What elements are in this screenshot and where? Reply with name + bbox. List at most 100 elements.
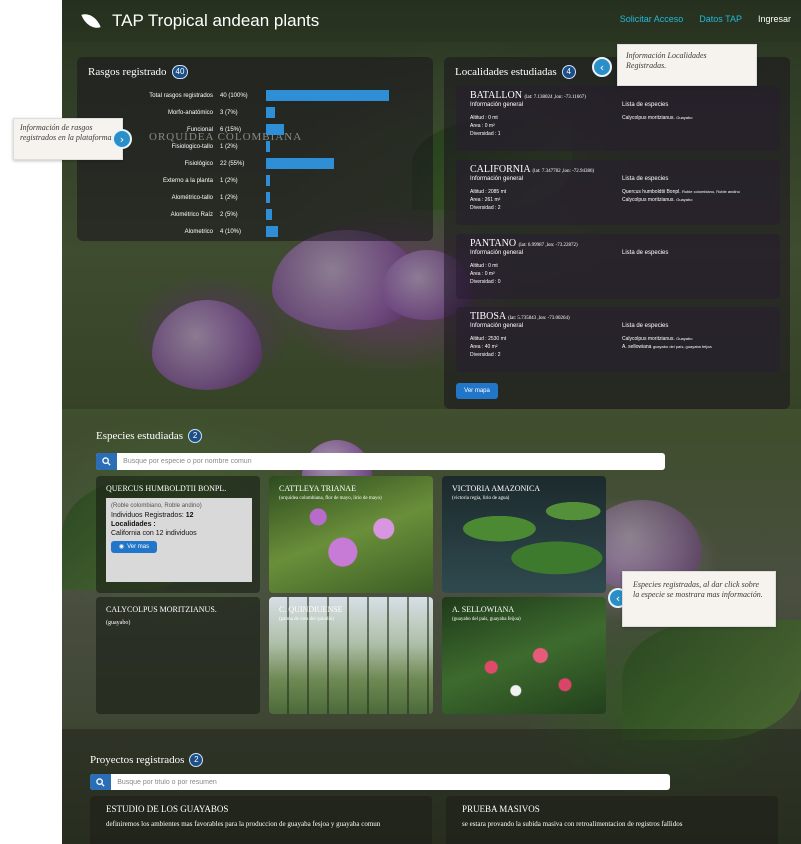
brand-title[interactable]: TAP Tropical andean plants <box>112 11 319 31</box>
project-description: se estara provando la subida masiva con … <box>462 820 683 828</box>
bar-track <box>266 107 417 118</box>
species-common-name: (Roble colombiano, Roble andino) <box>111 503 202 509</box>
bar-category-label: Alométrico-tallo <box>171 194 213 201</box>
chevron-right-icon[interactable]: › <box>112 129 132 149</box>
localidad-name: CALIFORNIA (lat: 7.347782 ,lon: -72.9438… <box>470 164 766 175</box>
localidades-value: California con 12 individuos <box>111 530 197 537</box>
callout-localidades: Información Localidades Registradas. <box>617 44 757 86</box>
project-card[interactable]: ESTUDIO DE LOS GUAYABOS definiremos los … <box>90 796 432 844</box>
nav-datos-tap[interactable]: Datos TAP <box>699 14 742 24</box>
species-name: CALYCOLPUS MORITZIANUS. <box>106 605 217 614</box>
registrados-label: Individuos Registrados: <box>111 512 184 519</box>
localidad-diversidad: Diversidad : 1 <box>470 131 501 137</box>
species-card-sellowiana[interactable]: A. SELLOWIANA (guayabo del país, guayaba… <box>442 597 606 714</box>
localidad-area: Area : 0 m² <box>470 123 495 129</box>
bar-track <box>266 90 417 101</box>
rasgos-bar-chart: Total rasgos registrados 40 (100%) Morfo-a… <box>87 87 417 240</box>
nav-ingresar[interactable]: Ingresar <box>758 14 791 24</box>
especies-search-input[interactable] <box>117 458 665 465</box>
species-card-quercus[interactable]: QUERCUS HUMBOLDTII BONPL. (Roble colombi… <box>96 476 260 593</box>
species-name: A. SELLOWIANA <box>452 605 515 614</box>
lista-especies-label: Lista de especies <box>622 176 669 182</box>
callout-especies: Especies registradas, al dar click sobre… <box>622 571 776 627</box>
bar-category-label: Alometrico <box>184 228 213 235</box>
species-entry[interactable]: Calycolpus moritzianus. Guayabo <box>622 335 712 343</box>
info-general-label: Información general <box>470 102 524 108</box>
bar <box>266 107 276 118</box>
bar <box>266 226 279 237</box>
info-general-label: Información general <box>470 176 524 182</box>
species-entry-name: Calycolpus moritzianus. <box>622 115 675 121</box>
proyectos-search-input[interactable] <box>111 778 670 786</box>
localidad-area: Area : 0 m² <box>470 271 495 277</box>
search-icon[interactable] <box>90 774 112 790</box>
species-entry[interactable]: Quercus humboldtii Bonpl. Roble colombia… <box>622 188 740 196</box>
species-card-quindiuense[interactable]: C. QUINDIUENSE (palma de cera del quindí… <box>269 597 433 714</box>
species-card-victoria[interactable]: VICTORIA AMAZONICA (victoria regia, liri… <box>442 476 606 593</box>
species-entry-common: Guayabo <box>676 336 693 341</box>
rasgos-title: Rasgos registrado 40 <box>88 65 189 79</box>
localidades-panel: Localidades estudiadas 4 BATALLON (lat: … <box>444 57 790 409</box>
bar-track <box>266 175 417 186</box>
info-general-label: Información general <box>470 250 524 256</box>
bar-row: Externo a la planta 1 (2%) <box>87 172 417 189</box>
bar-category-label: Externo a la planta <box>162 177 213 184</box>
localidad-diversidad: Diversidad : 0 <box>470 279 501 285</box>
localidad-card[interactable]: PANTANO (lat: 6.99987 ,lon: -73.22872) In… <box>456 234 780 299</box>
bar <box>266 124 285 135</box>
project-description: definiremos los ambientes mas favorables… <box>106 820 381 828</box>
ver-mas-label: Ver mas <box>127 543 150 550</box>
species-card-calycolpus[interactable]: CALYCOLPUS MORITZIANUS. (guayabo) <box>96 597 260 714</box>
bar-row: Alométrico Raíz 2 (5%) <box>87 206 417 223</box>
ver-mas-button[interactable]: ◉ Ver mas <box>111 541 157 553</box>
especies-search-bar <box>96 453 665 470</box>
bar-category-label: Morfo-anatómico <box>167 109 213 116</box>
bar <box>266 141 270 152</box>
localidad-name: BATALLON (lat: 7.138024 ,lon: -73.11667) <box>470 90 766 101</box>
bar-value-label: 4 (10%) <box>220 228 242 235</box>
lista-especies-label: Lista de especies <box>622 102 669 108</box>
species-entry[interactable]: Calycolpus moritzianus. Guayabo <box>622 114 692 122</box>
localidad-coords: (lat: 7.347782 ,lon: -72.94386) <box>532 169 595 174</box>
bar-value-label: 22 (55%) <box>220 160 245 167</box>
localidad-altitud: Altitud : 2085 mt <box>470 189 507 195</box>
bar-row: Fisiológico 22 (55%) <box>87 155 417 172</box>
bar-category-label: Alométrico Raíz <box>170 211 213 218</box>
species-entry-name: Quercus humboldtii Bonpl. <box>622 189 681 195</box>
lista-especies-label: Lista de especies <box>622 323 669 329</box>
chevron-left-icon[interactable]: ‹ <box>592 57 612 77</box>
project-card[interactable]: PRUEBA MASIVOS se estara provando la sub… <box>446 796 778 844</box>
bar-row: Alométrico-tallo 1 (2%) <box>87 189 417 206</box>
species-common-name: (guayabo del país, guayaba feijoa) <box>452 617 521 622</box>
proyectos-search-bar <box>90 774 670 790</box>
localidad-card[interactable]: TIBOSA (lat: 5.735843 ,lon: -73.00264) In… <box>456 307 780 372</box>
species-entry[interactable]: Calycolpus moritzianus. Guayabo <box>622 196 740 204</box>
bar-category-label: Fisiológico <box>184 160 213 167</box>
species-name: C. QUINDIUENSE <box>279 605 343 614</box>
eye-icon: ◉ <box>118 543 125 550</box>
species-common-name: (victoria regia, lirio de agua) <box>452 496 510 501</box>
search-icon[interactable] <box>96 453 118 470</box>
bar-track <box>266 192 417 203</box>
bar-row: Total rasgos registrados 40 (100%) <box>87 87 417 104</box>
localidad-coords: (lat: 6.99987 ,lon: -73.22872) <box>518 243 578 248</box>
species-entry-common: Guayabo <box>676 115 693 120</box>
localidad-card[interactable]: BATALLON (lat: 7.138024 ,lon: -73.11667)… <box>456 86 780 151</box>
ver-mapa-button[interactable]: Ver mapa <box>456 383 498 399</box>
bar-value-label: 3 (7%) <box>220 109 238 116</box>
species-entry[interactable]: A. sellowiana guayabo del país, guayaba … <box>622 343 712 351</box>
bar-value-label: 2 (5%) <box>220 211 238 218</box>
species-card-cattleya[interactable]: CATTLEYA TRIANAE (orquídea colombiana, f… <box>269 476 433 593</box>
bar <box>266 192 270 203</box>
especies-title: Especies estudiadas 2 <box>96 429 203 443</box>
proyectos-title-text: Proyectos registrados <box>90 754 185 766</box>
localidad-card[interactable]: CALIFORNIA (lat: 7.347782 ,lon: -72.9438… <box>456 160 780 225</box>
rasgos-count-badge: 40 <box>171 65 189 79</box>
localidad-coords: (lat: 7.138024 ,lon: -73.11667) <box>524 95 586 100</box>
localidad-area: Area : 40 m² <box>470 344 498 350</box>
nav-solicitar-acceso[interactable]: Solicitar Acceso <box>620 14 684 24</box>
bar-track <box>266 158 417 169</box>
callout-rasgos-text: Información de rasgos registrados en la … <box>20 123 114 142</box>
localidad-coords: (lat: 5.735843 ,lon: -73.00264) <box>508 316 570 321</box>
proyectos-count-badge: 2 <box>189 753 204 767</box>
